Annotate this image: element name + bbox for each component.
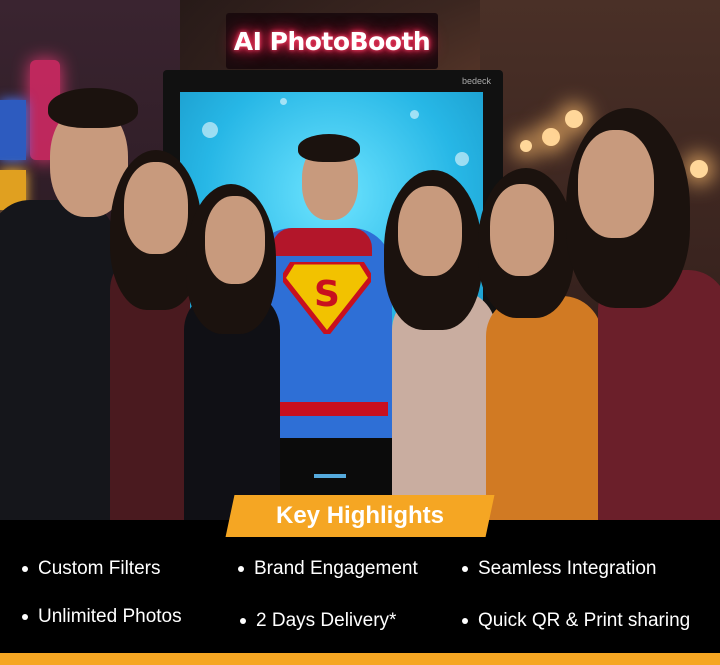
bullet-dot-icon [22,614,28,620]
highlight-label: Seamless Integration [478,558,657,579]
banner: bedeck AI PhotoBooth S Key Highlights Cu… [0,0,720,665]
highlight-item: Custom Filters [22,558,160,580]
print-slot [314,474,346,478]
sign-title: AI PhotoBooth [233,26,431,56]
highlights-panel [0,520,720,653]
bullet-dot-icon [240,618,246,624]
highlight-label: Brand Engagement [254,558,418,579]
highlight-label: 2 Days Delivery* [256,610,397,631]
highlight-label: Unlimited Photos [38,606,182,627]
bullet-dot-icon [462,618,468,624]
street-lamp [542,128,560,146]
bullet-dot-icon [22,566,28,572]
highlight-item: Unlimited Photos [22,606,182,628]
highlight-item: Brand Engagement [238,558,418,580]
highlight-label: Custom Filters [38,558,161,579]
neon-title-sign: AI PhotoBooth [226,13,438,69]
svg-text:S: S [314,274,340,315]
highlight-item: Seamless Integration [462,558,657,580]
highlight-item: 2 Days Delivery* [240,610,396,632]
highlight-label: Quick QR & Print sharing [478,610,691,631]
superman-shield-icon: S [283,262,371,334]
street-lamp [690,160,708,178]
street-lamp [565,110,583,128]
accent-bar [0,653,720,665]
booth-brand: bedeck [462,76,492,86]
highlight-item: Quick QR & Print sharing [462,610,690,632]
neon-sign-blue [0,100,26,160]
hero-photo: bedeck AI PhotoBooth S [0,0,720,520]
badge-label: Key Highlights [275,502,444,529]
key-highlights-badge: Key Highlights [225,495,495,537]
bullet-dot-icon [238,566,244,572]
street-lamp [520,140,532,152]
bullet-dot-icon [462,566,468,572]
